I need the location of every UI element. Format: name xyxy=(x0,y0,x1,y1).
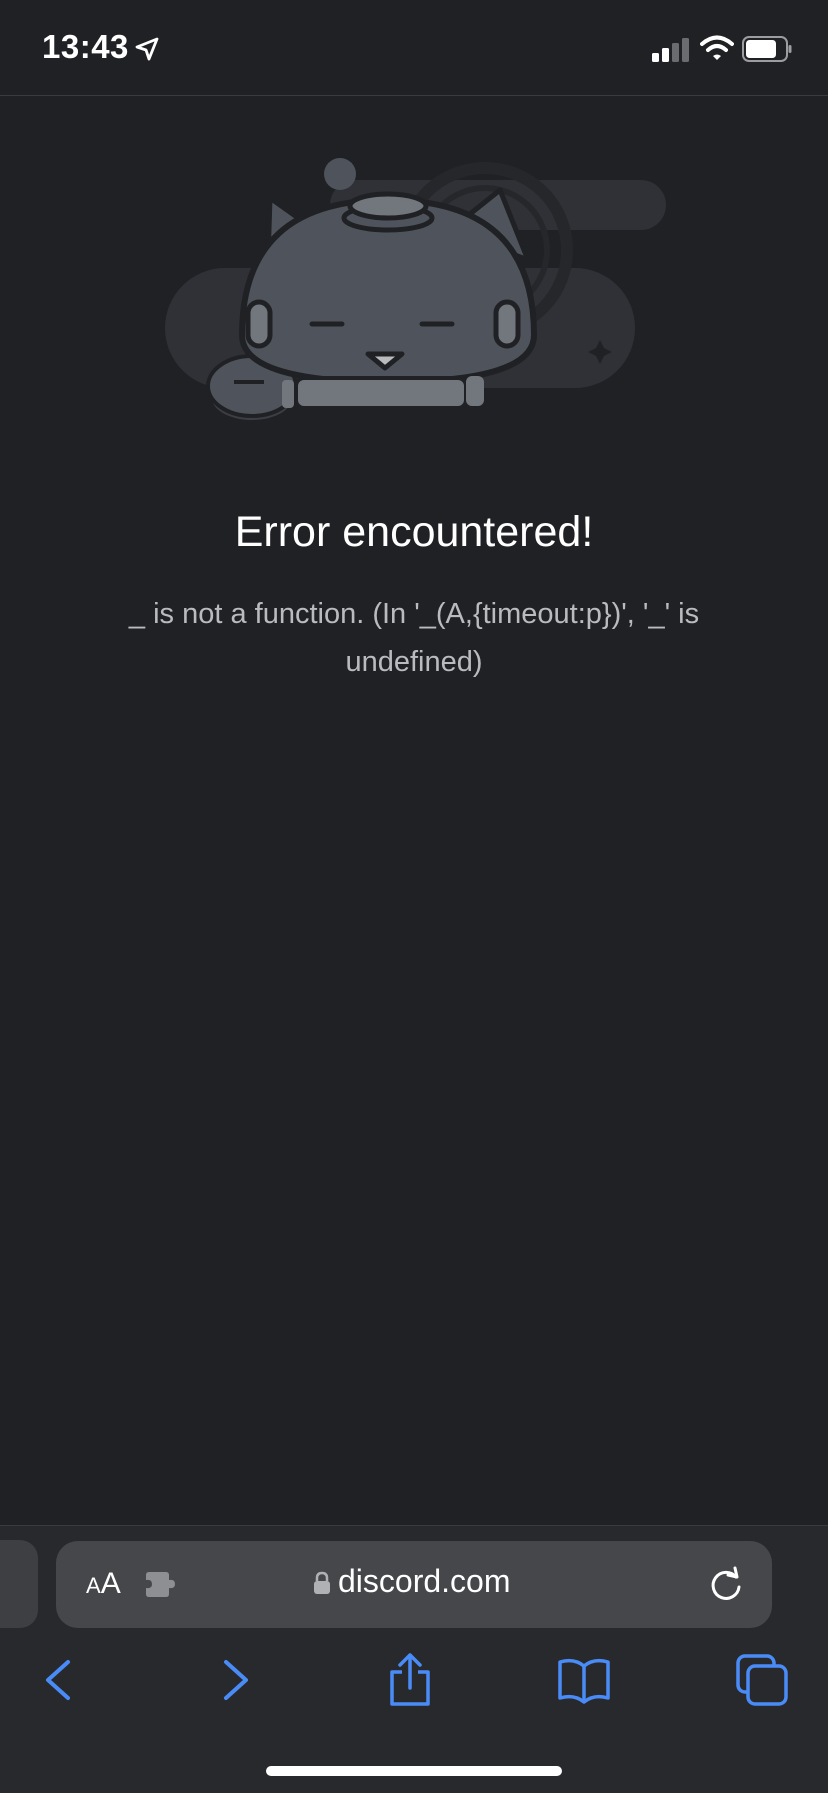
lock-icon xyxy=(314,1571,330,1594)
reload-icon[interactable] xyxy=(708,1565,744,1603)
previous-tab-preview[interactable] xyxy=(0,1540,38,1628)
forward-icon[interactable] xyxy=(208,1652,264,1708)
location-arrow-icon xyxy=(135,37,159,61)
share-icon[interactable] xyxy=(382,1652,438,1708)
signal-icon xyxy=(652,38,689,62)
wifi-icon xyxy=(700,35,734,60)
error-title: Error encountered! xyxy=(234,508,594,556)
tabs-icon[interactable] xyxy=(734,1652,790,1708)
home-indicator xyxy=(266,1766,562,1776)
status-time: 13:43 xyxy=(42,28,129,65)
extension-puzzle-icon[interactable] xyxy=(144,1569,178,1599)
back-icon[interactable] xyxy=(30,1652,86,1708)
bookmarks-icon[interactable] xyxy=(556,1652,612,1708)
battery-icon xyxy=(742,36,792,62)
address-bar[interactable]: AA discord.com xyxy=(56,1541,772,1628)
error-message: _ is not a function. (In '_(A,{timeout:p… xyxy=(128,598,700,678)
status-bar: 13:43 xyxy=(0,0,828,96)
error-illustration xyxy=(165,158,666,420)
url-text[interactable]: discord.com xyxy=(338,1563,511,1600)
text-size-button[interactable]: AA xyxy=(86,1567,121,1601)
